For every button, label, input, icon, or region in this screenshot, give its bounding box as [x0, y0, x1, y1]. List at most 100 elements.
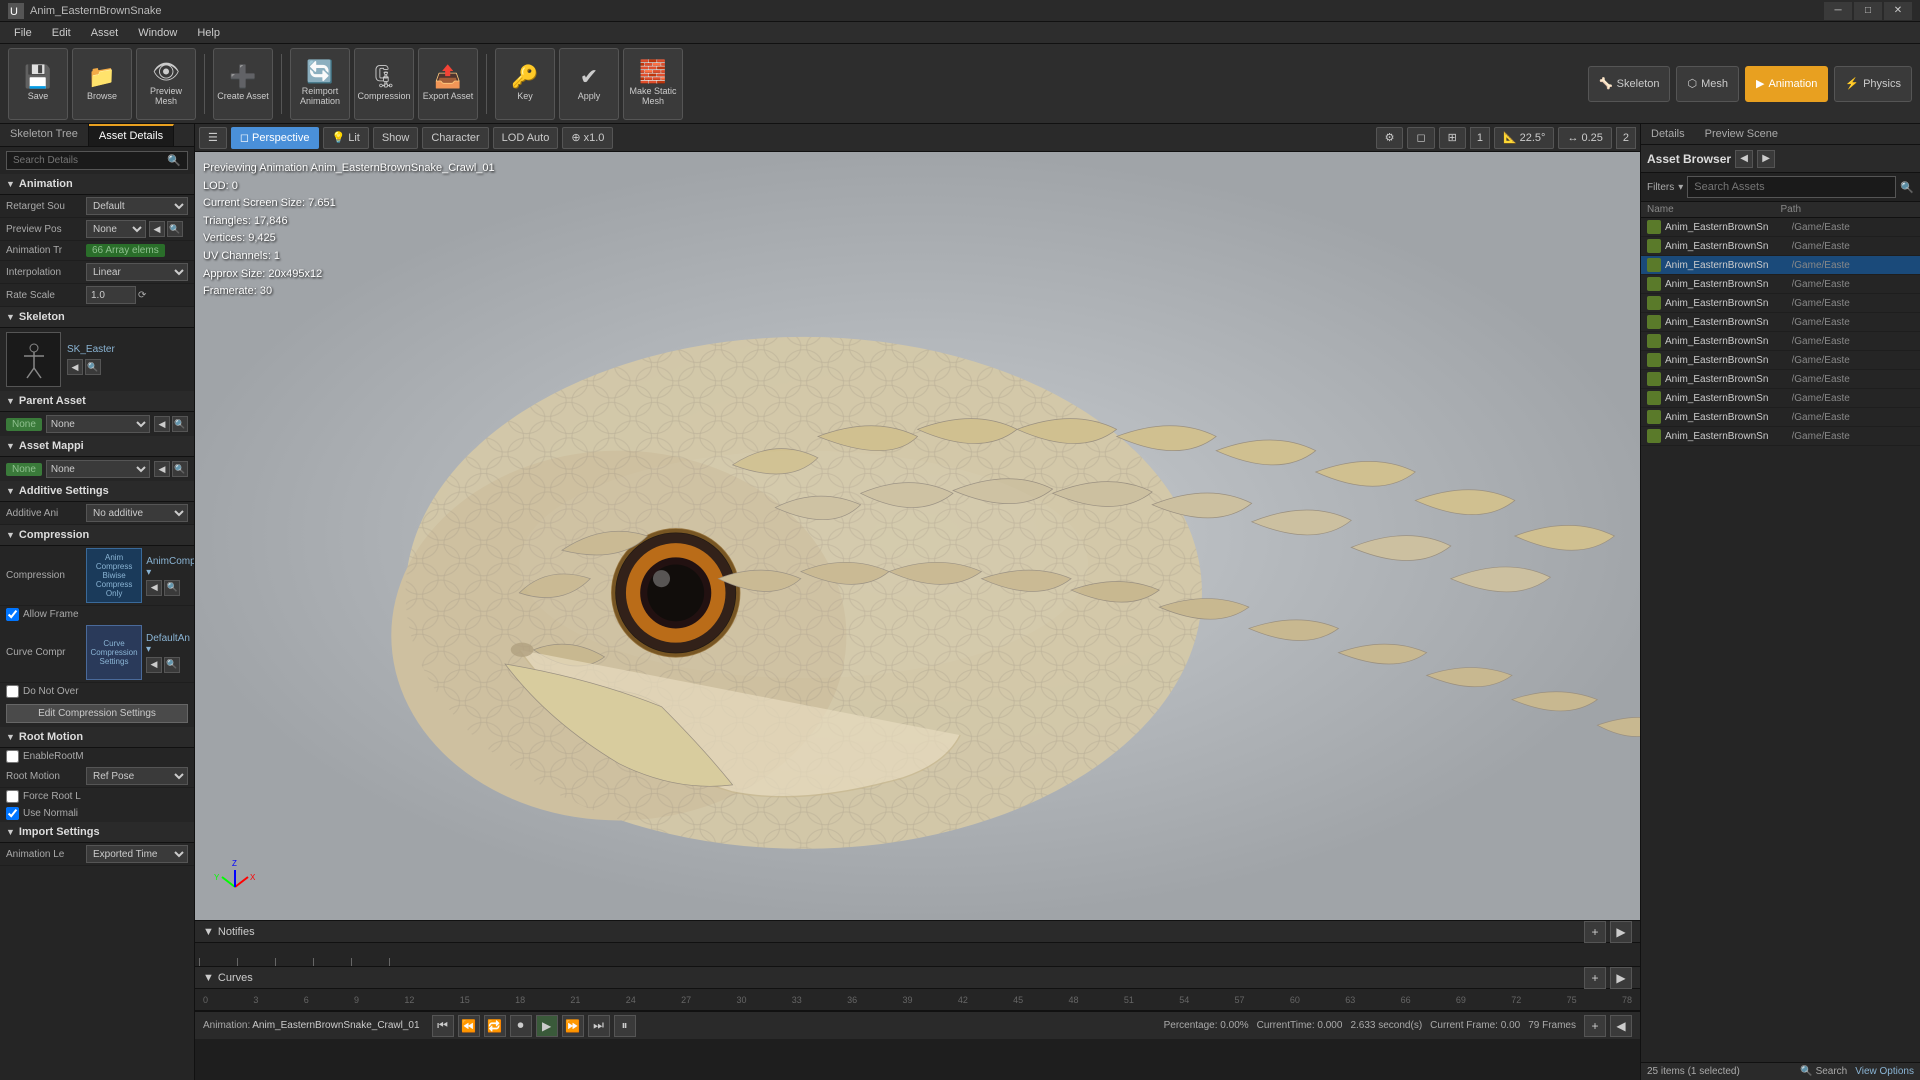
- do-not-override-checkbox[interactable]: [6, 685, 19, 698]
- add-curve-btn[interactable]: +: [1584, 967, 1606, 989]
- reimport-button[interactable]: 🔄 Reimport Animation: [290, 48, 350, 120]
- search-pose-btn[interactable]: 🔍: [167, 221, 183, 237]
- view-options-link[interactable]: View Options: [1855, 1066, 1914, 1077]
- animation-length-select[interactable]: Exported Time: [86, 845, 188, 863]
- compression-section-header[interactable]: ▼ Compression: [0, 525, 194, 546]
- skeleton-section-header[interactable]: ▼ Skeleton: [0, 307, 194, 328]
- allow-frame-checkbox[interactable]: [6, 608, 19, 621]
- asset-item-5[interactable]: Anim_EasternBrownSn /Game/Easte: [1641, 294, 1920, 313]
- search-details-input[interactable]: [13, 155, 167, 166]
- mesh-view-button[interactable]: ⬡ Mesh: [1676, 66, 1739, 102]
- compress-back-btn[interactable]: ◀: [146, 580, 162, 596]
- asset-search-input[interactable]: [1687, 176, 1896, 198]
- curve-back-btn[interactable]: ◀: [146, 657, 162, 673]
- asset-item-11[interactable]: Anim_EasternBrownSn /Game/Easte: [1641, 408, 1920, 427]
- root-motion-select[interactable]: Ref Pose: [86, 767, 188, 785]
- camera-settings-btn[interactable]: ⚙: [1376, 127, 1404, 149]
- import-settings-header[interactable]: ▼ Import Settings: [0, 822, 194, 843]
- add-notify-btn[interactable]: +: [1584, 921, 1606, 943]
- lod-auto-btn[interactable]: LOD Auto: [493, 127, 559, 149]
- skip-to-end-btn[interactable]: ⏭: [588, 1015, 610, 1037]
- curves-section[interactable]: ▼ Curves: [203, 972, 253, 984]
- main-viewport[interactable]: Previewing Animation Anim_EasternBrownSn…: [195, 152, 1640, 920]
- enable-root-motion-checkbox[interactable]: [6, 750, 19, 763]
- menu-asset[interactable]: Asset: [81, 22, 129, 44]
- asset-item-2[interactable]: Anim_EasternBrownSn /Game/Easte: [1641, 237, 1920, 256]
- apply-button[interactable]: ✔ Apply: [559, 48, 619, 120]
- maximize-button[interactable]: □: [1854, 2, 1882, 20]
- filters-dropdown-icon[interactable]: ▾: [1678, 182, 1683, 193]
- tab-details[interactable]: Details: [1641, 124, 1695, 144]
- asset-item-7[interactable]: Anim_EasternBrownSn /Game/Easte: [1641, 332, 1920, 351]
- interpolation-select[interactable]: Linear: [86, 263, 188, 281]
- skip-to-start-btn[interactable]: ⏮: [432, 1015, 454, 1037]
- minimize-button[interactable]: ─: [1824, 2, 1852, 20]
- pause-btn[interactable]: ⏸: [614, 1015, 636, 1037]
- retarget-source-select[interactable]: Default: [86, 197, 188, 215]
- use-normalized-checkbox[interactable]: [6, 807, 19, 820]
- asset-item-9[interactable]: Anim_EasternBrownSn /Game/Easte: [1641, 370, 1920, 389]
- step-fwd-btn[interactable]: ⏩: [562, 1015, 584, 1037]
- tab-preview-scene[interactable]: Preview Scene: [1695, 124, 1788, 144]
- parent-back-btn[interactable]: ◀: [154, 416, 170, 432]
- save-button[interactable]: 💾 Save: [8, 48, 68, 120]
- asset-item-12[interactable]: Anim_EasternBrownSn /Game/Easte: [1641, 427, 1920, 446]
- record-btn[interactable]: ⏺: [510, 1015, 532, 1037]
- step-back-btn[interactable]: ⏪: [458, 1015, 480, 1037]
- compress-search-btn[interactable]: 🔍: [164, 580, 180, 596]
- parent-asset-header[interactable]: ▼ Parent Asset: [0, 391, 194, 412]
- skeleton-view-button[interactable]: 🦴 Skeleton: [1588, 66, 1671, 102]
- key-button[interactable]: 🔑 Key: [495, 48, 555, 120]
- browse-button[interactable]: 📁 Browse: [72, 48, 132, 120]
- menu-edit[interactable]: Edit: [42, 22, 81, 44]
- export-asset-button[interactable]: 📤 Export Asset: [418, 48, 478, 120]
- rate-scale-input[interactable]: [86, 286, 136, 304]
- lit-btn[interactable]: 💡 Lit: [323, 127, 369, 149]
- mapping-search-btn[interactable]: 🔍: [172, 461, 188, 477]
- asset-item-1[interactable]: Anim_EasternBrownSn /Game/Easte: [1641, 218, 1920, 237]
- parent-search-btn[interactable]: 🔍: [172, 416, 188, 432]
- loop-btn[interactable]: 🔁: [484, 1015, 506, 1037]
- timeline-scroll-right[interactable]: ▶: [1610, 921, 1632, 943]
- menu-file[interactable]: File: [4, 22, 42, 44]
- grid-btn[interactable]: ⊞: [1439, 127, 1466, 149]
- curve-search-btn[interactable]: 🔍: [164, 657, 180, 673]
- viewport-menu-btn[interactable]: ☰: [199, 127, 227, 149]
- root-motion-header[interactable]: ▼ Root Motion: [0, 727, 194, 748]
- character-btn[interactable]: Character: [422, 127, 488, 149]
- add-track-btn[interactable]: +: [1584, 1015, 1606, 1037]
- prev-pose-btn[interactable]: ◀: [149, 221, 165, 237]
- asset-mapping-select[interactable]: None: [46, 460, 150, 478]
- rate-scale-spin[interactable]: ⟳: [138, 290, 146, 301]
- animation-section-header[interactable]: ▼ Animation: [0, 174, 194, 195]
- scale-btn[interactable]: ↔ 0.25: [1558, 127, 1611, 149]
- compression-button[interactable]: 🗜 Compression: [354, 48, 414, 120]
- edit-compression-button[interactable]: Edit Compression Settings: [6, 704, 188, 723]
- skeleton-back-btn[interactable]: ◀: [67, 359, 83, 375]
- asset-item-3[interactable]: Anim_EasternBrownSn /Game/Easte: [1641, 256, 1920, 275]
- view-options-label[interactable]: 🔍 Search: [1800, 1066, 1847, 1077]
- asset-mapping-header[interactable]: ▼ Asset Mappi: [0, 436, 194, 457]
- additive-anim-select[interactable]: No additive: [86, 504, 188, 522]
- perspective-btn[interactable]: ◻ Perspective: [231, 127, 319, 149]
- tab-skeleton-tree[interactable]: Skeleton Tree: [0, 124, 89, 146]
- preview-mesh-button[interactable]: 👁 Preview Mesh: [136, 48, 196, 120]
- close-button[interactable]: ✕: [1884, 2, 1912, 20]
- make-static-button[interactable]: 🧱 Make Static Mesh: [623, 48, 683, 120]
- zoom-btn[interactable]: ⊕ x1.0: [562, 127, 613, 149]
- fov-btn[interactable]: 📐 22.5°: [1494, 127, 1555, 149]
- ab-fwd-btn[interactable]: ▶: [1757, 150, 1775, 168]
- asset-item-8[interactable]: Anim_EasternBrownSn /Game/Easte: [1641, 351, 1920, 370]
- mapping-back-btn[interactable]: ◀: [154, 461, 170, 477]
- curves-scroll-right[interactable]: ▶: [1610, 967, 1632, 989]
- menu-help[interactable]: Help: [187, 22, 230, 44]
- preview-pose-select[interactable]: None: [86, 220, 146, 238]
- viewport-type-btn[interactable]: ◻: [1407, 127, 1434, 149]
- menu-window[interactable]: Window: [128, 22, 187, 44]
- asset-item-4[interactable]: Anim_EasternBrownSn /Game/Easte: [1641, 275, 1920, 294]
- track-options-btn[interactable]: ◀: [1610, 1015, 1632, 1037]
- asset-item-10[interactable]: Anim_EasternBrownSn /Game/Easte: [1641, 389, 1920, 408]
- additive-settings-header[interactable]: ▼ Additive Settings: [0, 481, 194, 502]
- parent-asset-select[interactable]: None: [46, 415, 150, 433]
- ab-back-btn[interactable]: ◀: [1735, 150, 1753, 168]
